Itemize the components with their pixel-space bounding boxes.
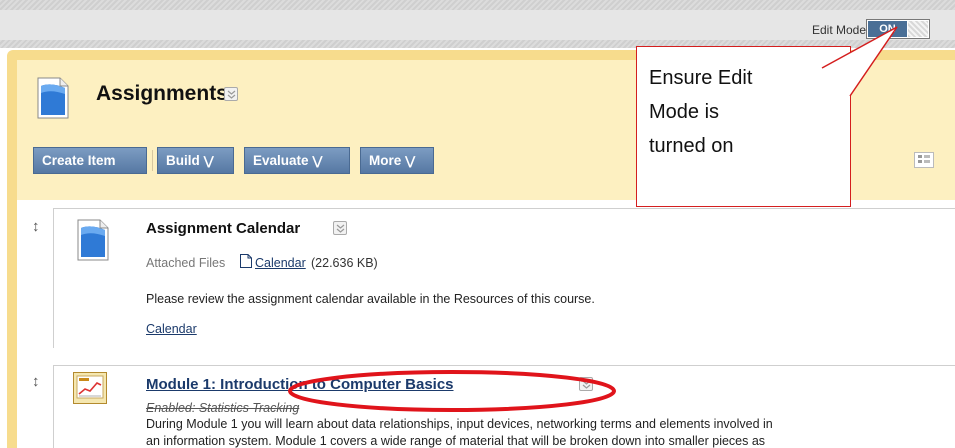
callout-text: Ensure Edit Mode is turned on <box>649 61 839 163</box>
drag-handle-icon[interactable]: ↕ <box>32 218 40 235</box>
attached-files-label: Attached Files <box>146 256 226 270</box>
item-menu-button[interactable] <box>579 377 593 391</box>
build-menu-button[interactable]: Build ⋁ <box>157 147 234 174</box>
chevron-down-icon <box>582 380 591 389</box>
title-menu-button[interactable] <box>224 87 238 101</box>
chevron-down-icon: ⋁ <box>405 154 416 168</box>
item-description: Please review the assignment calendar av… <box>146 292 595 306</box>
document-icon <box>77 219 109 266</box>
page-title: Assignments <box>96 82 228 105</box>
annotation-callout: Ensure Edit Mode is turned on <box>636 46 851 207</box>
calendar-link[interactable]: Calendar <box>146 322 197 336</box>
evaluate-label: Evaluate <box>253 153 309 168</box>
callout-line-2: Mode is <box>649 101 720 123</box>
file-icon <box>240 254 252 273</box>
toolbar-divider <box>152 150 153 171</box>
drag-handle-icon[interactable]: ↕ <box>32 373 40 390</box>
module-chart-icon <box>73 372 107 409</box>
item-title: Assignment Calendar <box>146 220 301 237</box>
item-description-line-2: an information system. Module 1 covers a… <box>146 434 766 448</box>
content-item: ↕ Module 1: Introduction to Computer Bas… <box>20 365 955 448</box>
attached-file-link[interactable]: Calendar <box>255 256 306 270</box>
build-label: Build <box>166 153 200 168</box>
chevron-down-icon <box>336 224 345 233</box>
edit-mode-label: Edit Mode: <box>812 23 870 37</box>
item-menu-button[interactable] <box>333 221 347 235</box>
top-bar: Edit Mode: ON <box>0 0 955 48</box>
content-item: ↕ Assignment Calendar Attached Files Cal… <box>20 208 955 348</box>
module-1-link[interactable]: Module 1: Introduction to Computer Basic… <box>146 376 454 393</box>
chevron-down-icon: ⋁ <box>203 154 214 168</box>
document-icon <box>37 77 69 119</box>
chevron-down-icon <box>227 90 236 99</box>
callout-line-3: turned on <box>649 135 734 157</box>
evaluate-menu-button[interactable]: Evaluate ⋁ <box>244 147 350 174</box>
chevron-down-icon: ⋁ <box>312 154 323 168</box>
create-item-button[interactable]: Create Item <box>33 147 147 174</box>
create-item-label: Create Item <box>42 153 116 168</box>
status-text: Enabled: Statistics Tracking <box>146 401 300 415</box>
more-label: More <box>369 153 402 168</box>
more-menu-button[interactable]: More ⋁ <box>360 147 434 174</box>
edit-mode-toggle[interactable]: ON <box>866 19 930 39</box>
item-description-line-1: During Module 1 you will learn about dat… <box>146 417 773 431</box>
edit-mode-off-area[interactable] <box>908 21 928 37</box>
view-toggle-icon[interactable] <box>914 152 934 168</box>
file-size: (22.636 KB) <box>311 256 378 270</box>
edit-mode-on: ON <box>868 21 907 37</box>
callout-line-1: Ensure Edit <box>649 67 753 89</box>
